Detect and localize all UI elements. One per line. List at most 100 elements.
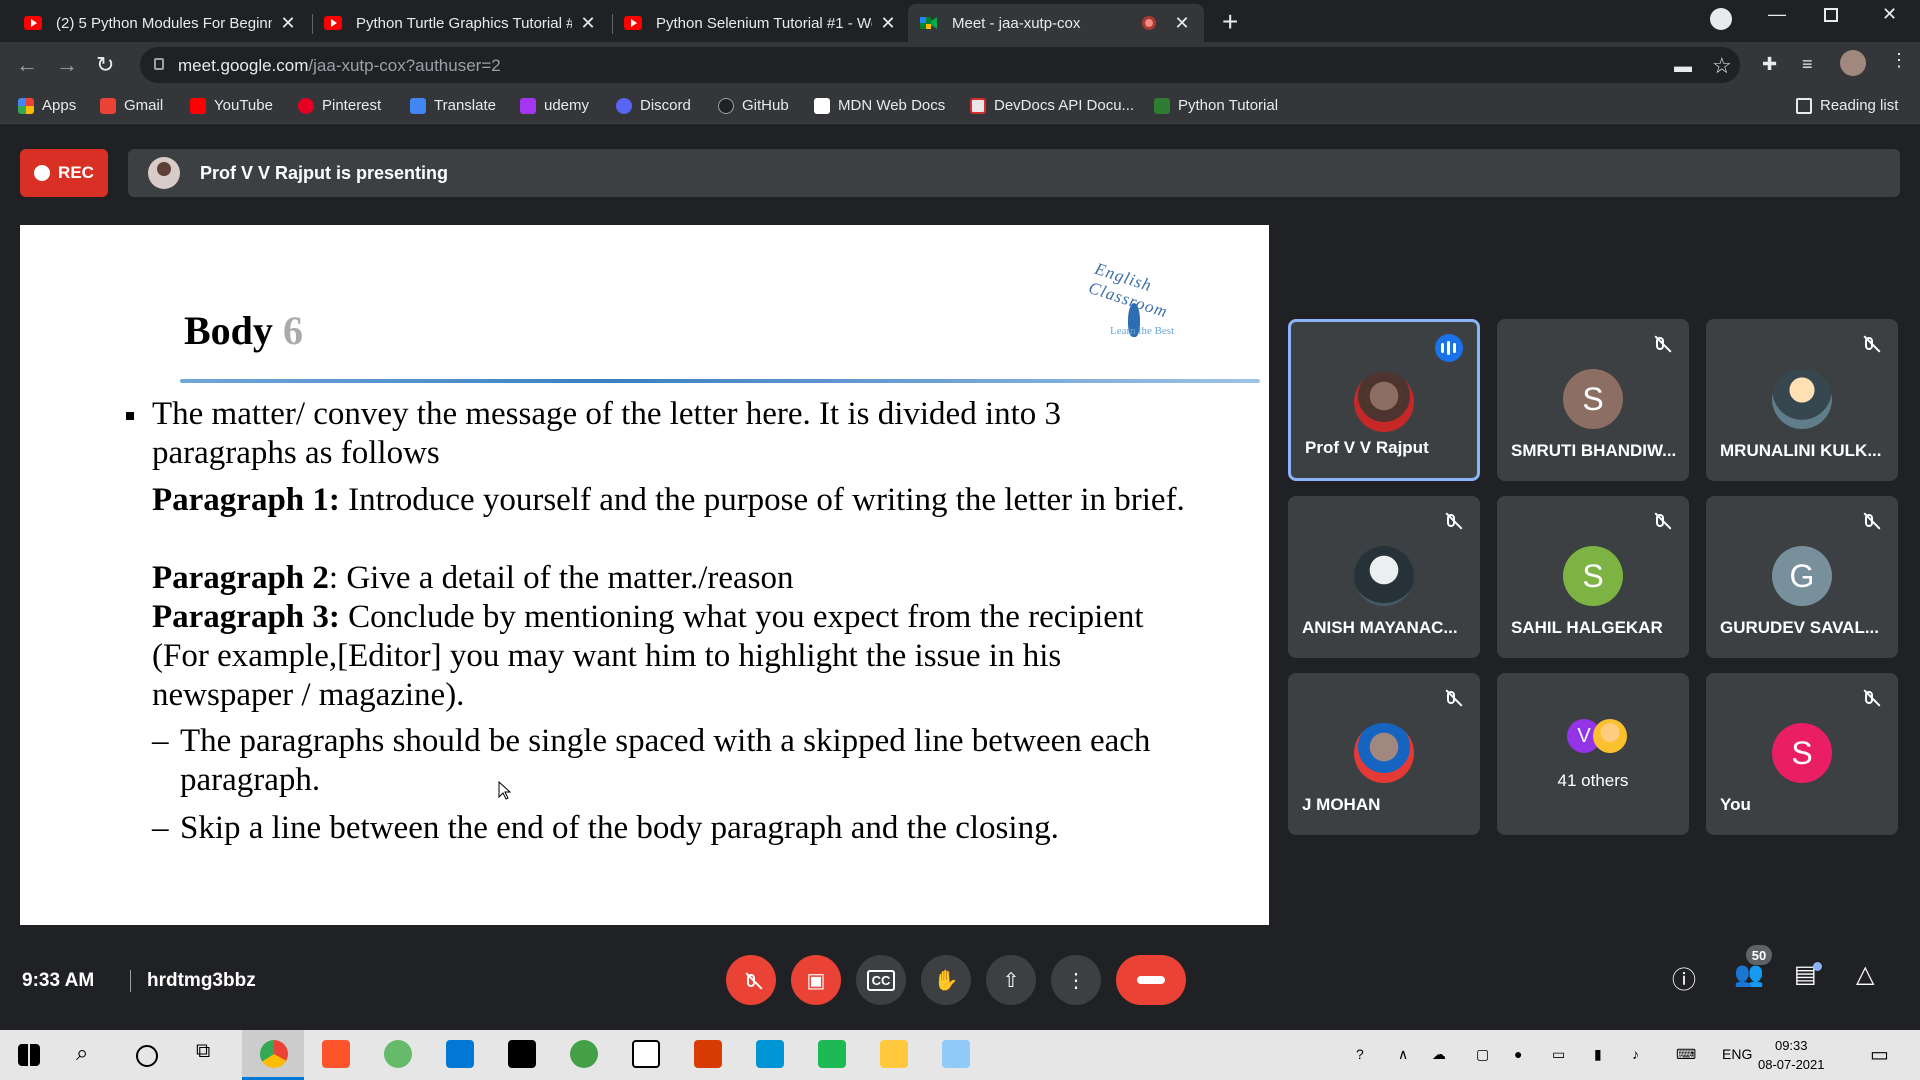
close-tab-icon[interactable]: ✕ bbox=[578, 13, 598, 34]
address-bar[interactable]: meet.google.com/jaa-xutp-cox?authuser=2 … bbox=[140, 47, 1740, 83]
leave-call-button[interactable] bbox=[1116, 955, 1186, 1005]
bookmark-github[interactable]: GitHub bbox=[718, 97, 789, 114]
bookmark-discord[interactable]: Discord bbox=[616, 97, 691, 114]
windows-start-icon[interactable] bbox=[18, 1044, 40, 1066]
task-view-icon[interactable]: ⧉ bbox=[196, 1040, 224, 1068]
bookmark-gmail[interactable]: Gmail bbox=[100, 97, 163, 114]
participant-name: MRUNALINI KULK... bbox=[1720, 441, 1882, 460]
back-icon[interactable]: ← bbox=[16, 52, 38, 78]
participant-tile[interactable]: G GURUDEV SAVAL... bbox=[1706, 496, 1898, 658]
recording-badge: REC bbox=[20, 149, 108, 197]
meeting-clock: 9:33 AM bbox=[22, 970, 95, 991]
mic-toggle-button[interactable] bbox=[726, 955, 776, 1005]
close-tab-icon[interactable]: ✕ bbox=[1172, 13, 1192, 34]
participant-name: SAHIL HALGEKAR bbox=[1511, 618, 1663, 637]
paragraph-3: Paragraph 3: Conclude by mentioning what… bbox=[152, 599, 1144, 713]
participant-tile[interactable]: Prof V V Rajput bbox=[1288, 319, 1480, 481]
bookmark-youtube[interactable]: YouTube bbox=[190, 97, 273, 114]
brave-icon[interactable] bbox=[322, 1040, 350, 1068]
participant-tile[interactable]: J MOHAN bbox=[1288, 673, 1480, 835]
browser-toolbar: ← → ↻ meet.google.com/jaa-xutp-cox?authu… bbox=[0, 42, 1920, 88]
menu-icon[interactable]: ⋮ bbox=[1890, 50, 1908, 71]
reading-list-button[interactable]: Reading list bbox=[1796, 97, 1898, 114]
whatsapp-icon[interactable] bbox=[756, 1040, 784, 1068]
tab-youtube-modules[interactable]: (2) 5 Python Modules For Beginn ✕ bbox=[12, 4, 310, 42]
tab-meet[interactable]: Meet - jaa-xutp-cox ✕ bbox=[908, 4, 1204, 42]
participant-tile[interactable]: S SAHIL HALGEKAR bbox=[1497, 496, 1689, 658]
network-icon[interactable]: ▭ bbox=[1552, 1046, 1565, 1063]
more-options-button[interactable]: ⋮ bbox=[1051, 955, 1101, 1005]
participant-avatar bbox=[1354, 372, 1414, 432]
bookmark-apps[interactable]: Apps bbox=[18, 97, 76, 114]
captions-button[interactable]: CC bbox=[856, 955, 906, 1005]
restore-icon[interactable] bbox=[1824, 8, 1838, 22]
show-hidden-icons-icon[interactable]: ∧ bbox=[1398, 1046, 1408, 1063]
battery-icon[interactable]: ▮ bbox=[1594, 1046, 1602, 1063]
close-window-icon[interactable]: ✕ bbox=[1882, 4, 1897, 25]
participant-tile[interactable]: MRUNALINI KULK... bbox=[1706, 319, 1898, 481]
maps-icon[interactable] bbox=[570, 1040, 598, 1068]
close-tab-icon[interactable]: ✕ bbox=[878, 13, 898, 34]
others-avatars: V bbox=[1553, 715, 1633, 759]
self-tile[interactable]: S You bbox=[1706, 673, 1898, 835]
search-icon[interactable]: ⌕ bbox=[76, 1040, 104, 1068]
office-icon[interactable] bbox=[694, 1040, 722, 1068]
participant-avatar bbox=[1772, 369, 1832, 429]
tab-search-icon[interactable] bbox=[1710, 8, 1732, 30]
raise-hand-button[interactable]: ✋ bbox=[921, 955, 971, 1005]
keyboard-icon[interactable]: ⌨ bbox=[1676, 1046, 1696, 1063]
spotify-icon[interactable] bbox=[818, 1040, 846, 1068]
participant-name: SMRUTI BHANDIW... bbox=[1511, 441, 1677, 460]
paragraph-2: Paragraph 2: Give a detail of the matter… bbox=[152, 560, 794, 596]
bookmark-star-icon[interactable]: ☆ bbox=[1712, 53, 1732, 79]
minimize-icon[interactable]: — bbox=[1768, 4, 1786, 25]
bookmark-translate[interactable]: Translate bbox=[410, 97, 496, 114]
onedrive-icon[interactable]: ☁ bbox=[1432, 1046, 1446, 1063]
chrome-icon[interactable] bbox=[260, 1040, 288, 1068]
notepad-icon[interactable] bbox=[942, 1040, 970, 1068]
new-tab-button[interactable]: + bbox=[1222, 6, 1238, 38]
bookmark-mdn[interactable]: MDN Web Docs bbox=[814, 97, 945, 114]
camera-icon[interactable]: ▬ bbox=[1674, 56, 1692, 77]
bullet-icon bbox=[126, 412, 134, 420]
translate-icon bbox=[410, 97, 426, 114]
others-tile[interactable]: V 41 others bbox=[1497, 673, 1689, 835]
pycharm-icon[interactable] bbox=[508, 1040, 536, 1068]
meet-icon bbox=[920, 17, 937, 29]
extensions-icon[interactable]: ✚ bbox=[1762, 54, 1777, 75]
camera-toggle-button[interactable]: ▣ bbox=[791, 955, 841, 1005]
meet-now-icon[interactable]: ▢ bbox=[1476, 1046, 1489, 1063]
meeting-details-icon[interactable]: ⓘ bbox=[1672, 960, 1696, 995]
vscode-icon[interactable] bbox=[446, 1040, 474, 1068]
bookmark-pinterest[interactable]: Pinterest bbox=[298, 97, 381, 114]
reload-icon[interactable]: ↻ bbox=[96, 52, 114, 78]
participant-tile[interactable]: ANISH MAYANAC... bbox=[1288, 496, 1480, 658]
participant-name: You bbox=[1720, 795, 1751, 814]
forward-icon[interactable]: → bbox=[56, 52, 78, 78]
tab-youtube-selenium[interactable]: Python Selenium Tutorial #1 - We ✕ bbox=[612, 4, 910, 42]
bookmark-devdocs[interactable]: DevDocs API Docu... bbox=[970, 97, 1134, 114]
close-tab-icon[interactable]: ✕ bbox=[278, 13, 298, 34]
notifications-icon[interactable]: ▭ bbox=[1870, 1042, 1889, 1067]
youtube-icon bbox=[24, 16, 42, 30]
volume-icon[interactable]: ♪ bbox=[1632, 1046, 1639, 1062]
language-indicator[interactable]: ENG bbox=[1722, 1046, 1752, 1062]
file-explorer-icon[interactable] bbox=[880, 1040, 908, 1068]
notion-icon[interactable] bbox=[632, 1040, 660, 1068]
cortana-icon[interactable] bbox=[136, 1045, 158, 1067]
media-control-icon[interactable]: ≡ bbox=[1802, 54, 1813, 75]
activities-icon[interactable]: △ bbox=[1856, 960, 1874, 989]
microphone-icon[interactable]: ● bbox=[1514, 1046, 1522, 1062]
record-dot-icon bbox=[34, 165, 51, 181]
participant-name: ANISH MAYANAC... bbox=[1302, 618, 1458, 637]
help-icon[interactable]: ? bbox=[1356, 1046, 1364, 1062]
participant-tile[interactable]: S SMRUTI BHANDIW... bbox=[1497, 319, 1689, 481]
atom-icon[interactable] bbox=[384, 1040, 412, 1068]
profile-avatar[interactable] bbox=[1840, 50, 1866, 76]
bookmark-udemy[interactable]: udemy bbox=[520, 97, 589, 114]
taskbar-clock[interactable]: 09:33 08-07-2021 bbox=[1758, 1036, 1825, 1074]
bookmark-python-tutorial[interactable]: Python Tutorial bbox=[1154, 97, 1278, 114]
tab-youtube-turtle[interactable]: Python Turtle Graphics Tutorial # ✕ bbox=[312, 4, 610, 42]
present-now-button[interactable]: ⇧ bbox=[986, 955, 1036, 1005]
participant-name: J MOHAN bbox=[1302, 795, 1381, 814]
